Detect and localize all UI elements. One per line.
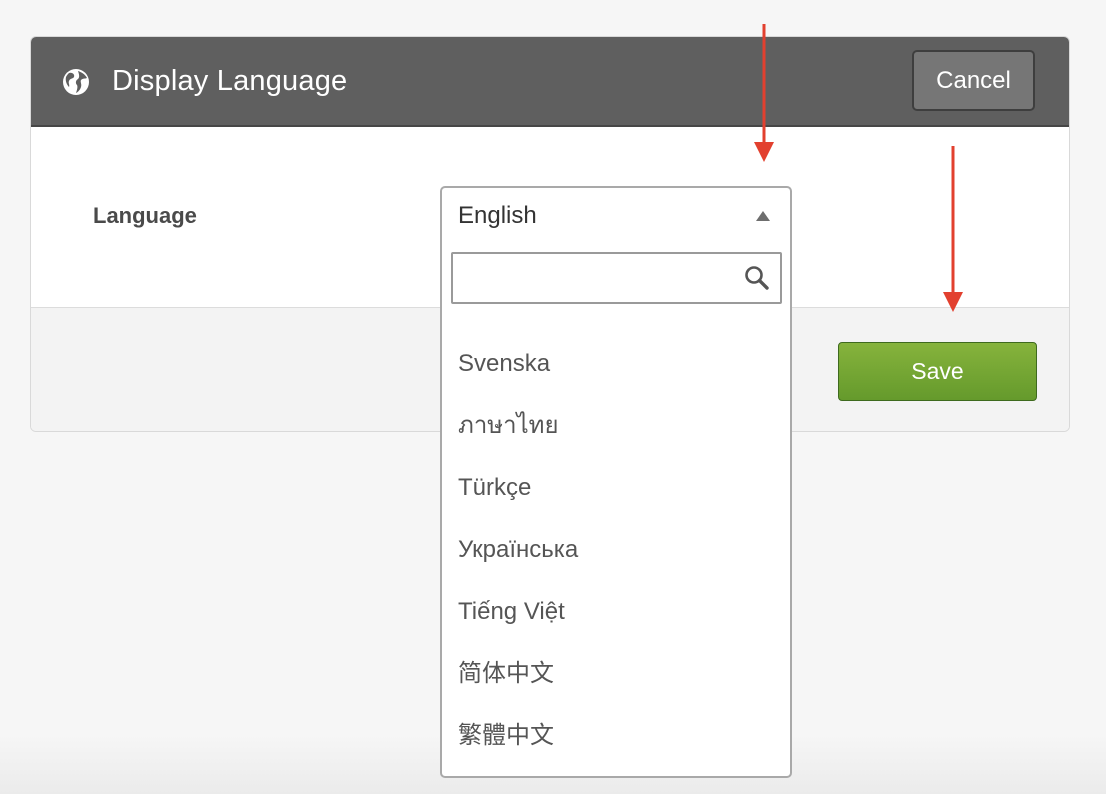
selected-language[interactable]: English xyxy=(458,202,537,230)
language-option-thai[interactable]: ภาษาไทย xyxy=(458,406,559,446)
save-button[interactable]: Save xyxy=(838,342,1037,401)
language-option-ukrainian[interactable]: Українська xyxy=(458,530,578,570)
globe-icon xyxy=(63,69,89,95)
language-option-svenska[interactable]: Svenska xyxy=(458,344,550,384)
language-select-dropdown[interactable]: English Svenska ภาษาไทย Türkçe Українськ… xyxy=(440,186,792,778)
language-option-simplified-chinese[interactable]: 简体中文 xyxy=(458,654,554,694)
dialog-header: Display Language Cancel xyxy=(31,37,1069,127)
language-option-vietnamese[interactable]: Tiếng Việt xyxy=(458,592,565,632)
cancel-button[interactable]: Cancel xyxy=(912,50,1035,111)
language-option-turkish[interactable]: Türkçe xyxy=(458,468,531,508)
dialog-title: Display Language xyxy=(112,65,348,97)
language-search-input[interactable] xyxy=(453,254,733,302)
caret-up-icon[interactable] xyxy=(756,211,770,221)
language-search-box xyxy=(451,252,782,304)
language-label: Language xyxy=(93,203,197,228)
search-icon xyxy=(745,266,769,290)
language-option-traditional-chinese[interactable]: 繁體中文 xyxy=(458,716,554,756)
